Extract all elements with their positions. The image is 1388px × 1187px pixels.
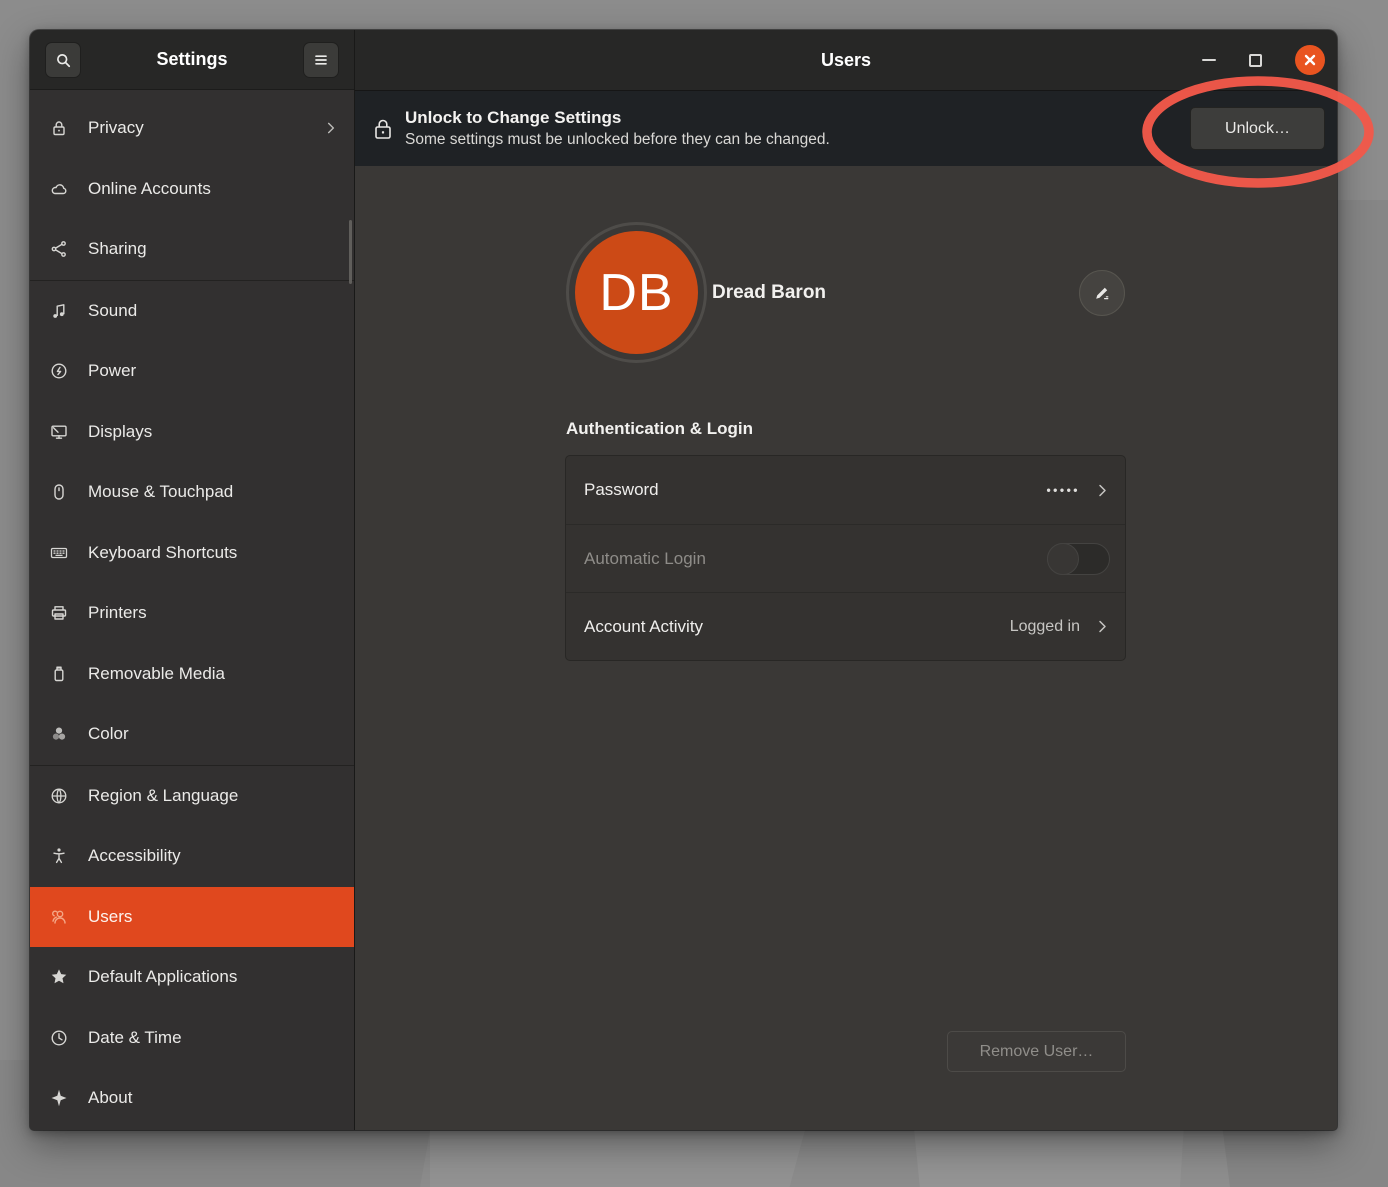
color-icon: [49, 724, 69, 744]
remove-user-button[interactable]: Remove User…: [947, 1031, 1126, 1072]
pencil-icon: [1092, 283, 1112, 303]
sidebar-item-power[interactable]: Power: [30, 341, 354, 402]
share-icon: [49, 239, 69, 259]
note-icon: [49, 301, 69, 321]
sidebar-item-online-accounts[interactable]: Online Accounts: [30, 159, 354, 220]
sidebar-item-privacy[interactable]: Privacy: [30, 98, 354, 159]
sidebar-item-label: Sound: [88, 301, 137, 321]
account-activity-row[interactable]: Account Activity Logged in: [566, 592, 1125, 660]
sidebar-item-sharing[interactable]: Sharing: [30, 219, 354, 280]
password-dots: •••••: [1046, 483, 1080, 497]
sidebar-item-accessibility[interactable]: Accessibility: [30, 826, 354, 887]
printer-icon: [49, 603, 69, 623]
unlock-banner: Unlock to Change Settings Some settings …: [355, 90, 1337, 166]
automatic-login-row: Automatic Login: [566, 524, 1125, 592]
avatar[interactable]: DB: [575, 231, 698, 354]
sidebar-item-date-time[interactable]: Date & Time: [30, 1008, 354, 1069]
minimize-button[interactable]: [1202, 59, 1216, 61]
star-icon: [49, 967, 69, 987]
sidebar-list: Privacy Online Accounts Sharing Sound Power D…: [30, 90, 354, 1130]
automatic-login-label: Automatic Login: [584, 549, 706, 569]
sidebar-item-users[interactable]: Users: [30, 887, 354, 948]
cloud-icon: [49, 179, 69, 199]
close-button[interactable]: [1295, 45, 1325, 75]
menu-button[interactable]: [303, 42, 339, 78]
sidebar-item-default-apps[interactable]: Default Applications: [30, 947, 354, 1008]
unlock-banner-text: Unlock to Change Settings Some settings …: [405, 107, 830, 151]
lock-icon: [374, 118, 392, 140]
sidebar-item-label: Default Applications: [88, 967, 237, 987]
sidebar-item-color[interactable]: Color: [30, 704, 354, 765]
chevron-right-icon: [324, 121, 338, 135]
accessibility-icon: [49, 846, 69, 866]
hamburger-menu-icon: [313, 53, 329, 67]
sidebar-item-label: Displays: [88, 422, 152, 442]
sidebar-item-removable-media[interactable]: Removable Media: [30, 644, 354, 705]
toggle-knob: [1047, 543, 1079, 575]
sidebar-item-label: Online Accounts: [88, 179, 211, 199]
maximize-button[interactable]: [1249, 54, 1262, 67]
sidebar-item-keyboard-shortcuts[interactable]: Keyboard Shortcuts: [30, 523, 354, 584]
auth-section-title: Authentication & Login: [566, 419, 753, 439]
password-label: Password: [584, 480, 659, 500]
sidebar-item-label: Privacy: [88, 118, 144, 138]
sidebar-item-label: Power: [88, 361, 136, 381]
search-button[interactable]: [45, 42, 81, 78]
sidebar-item-mouse-touchpad[interactable]: Mouse & Touchpad: [30, 462, 354, 523]
mouse-icon: [49, 482, 69, 502]
sidebar-item-label: Printers: [88, 603, 147, 623]
globe-icon: [49, 786, 69, 806]
sidebar-item-label: Color: [88, 724, 129, 744]
unlock-banner-subtitle: Some settings must be unlocked before th…: [405, 130, 830, 151]
account-activity-value: Logged in: [1010, 618, 1080, 636]
main-pane: Users: [355, 30, 1337, 1130]
clock-icon: [49, 1028, 69, 1048]
automatic-login-toggle[interactable]: [1047, 543, 1110, 575]
display-icon: [49, 422, 69, 442]
sidebar-item-about[interactable]: About: [30, 1068, 354, 1129]
sidebar-item-label: Removable Media: [88, 664, 225, 684]
sidebar-item-printers[interactable]: Printers: [30, 583, 354, 644]
sidebar-item-label: About: [88, 1088, 132, 1108]
settings-window: Settings Privacy Online Accounts Sharing So…: [30, 30, 1337, 1130]
sidebar-item-label: Keyboard Shortcuts: [88, 543, 237, 563]
sidebar-item-label: Region & Language: [88, 786, 238, 806]
close-icon: [1303, 53, 1317, 67]
user-full-name: Dread Baron: [712, 282, 826, 304]
sidebar-item-region-language[interactable]: Region & Language: [30, 766, 354, 827]
chevron-right-icon: [1095, 483, 1110, 498]
keyboard-icon: [49, 543, 69, 563]
lock-icon: [49, 118, 69, 138]
sidebar-scrollbar-thumb[interactable]: [349, 220, 352, 284]
sidebar-header: Settings: [30, 30, 354, 90]
sidebar-item-label: Mouse & Touchpad: [88, 482, 233, 502]
sidebar-title: Settings: [156, 49, 227, 70]
window-controls: [1202, 30, 1325, 90]
desktop: { "window": { "sidebar": { "title": "Set…: [0, 0, 1388, 1187]
users-icon: [49, 907, 69, 927]
sidebar-item-label: Date & Time: [88, 1028, 182, 1048]
users-panel: DB Dread Baron Authentication & Login Pa…: [355, 166, 1337, 1130]
sidebar-item-displays[interactable]: Displays: [30, 402, 354, 463]
sparkle-icon: [49, 1088, 69, 1108]
page-title: Users: [821, 50, 871, 71]
sidebar-item-sound[interactable]: Sound: [30, 281, 354, 342]
auth-card: Password ••••• Automatic Login A: [565, 455, 1126, 661]
sidebar: Settings Privacy Online Accounts Sharing So…: [30, 30, 355, 1130]
password-row[interactable]: Password •••••: [566, 456, 1125, 524]
edit-name-button[interactable]: [1079, 270, 1125, 316]
sidebar-item-label: Sharing: [88, 239, 147, 259]
power-icon: [49, 361, 69, 381]
usb-icon: [49, 664, 69, 684]
chevron-right-icon: [1095, 619, 1110, 634]
sidebar-item-label: Accessibility: [88, 846, 181, 866]
account-activity-label: Account Activity: [584, 617, 703, 637]
unlock-button[interactable]: Unlock…: [1190, 107, 1325, 150]
search-icon: [55, 52, 72, 69]
titlebar: Users: [355, 30, 1337, 90]
avatar-ring: DB: [566, 222, 707, 363]
unlock-banner-title: Unlock to Change Settings: [405, 107, 830, 130]
sidebar-item-label: Users: [88, 907, 132, 927]
